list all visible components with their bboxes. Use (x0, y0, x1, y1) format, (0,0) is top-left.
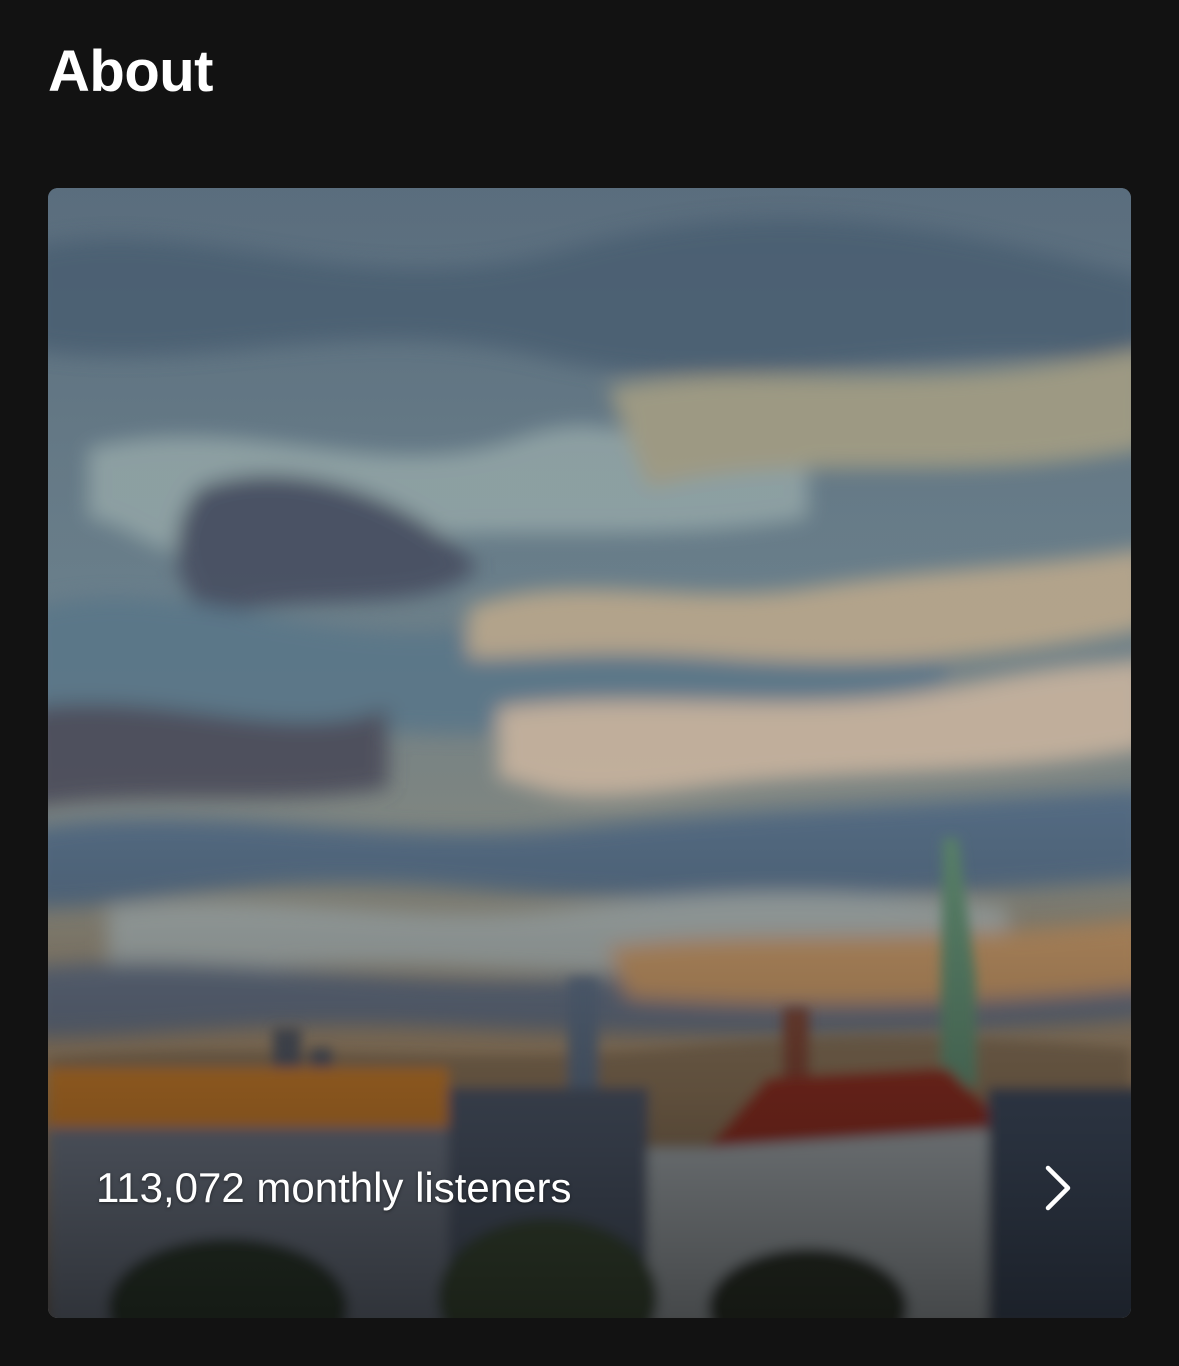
monthly-listeners-label: 113,072 monthly listeners (96, 1164, 572, 1211)
about-page: About 113,072 monthly listeners (0, 0, 1179, 1366)
about-card[interactable]: 113,072 monthly listeners (48, 188, 1131, 1318)
chevron-right-icon[interactable] (1038, 1160, 1078, 1216)
section-title: About (48, 39, 214, 104)
image-shade-overlay (48, 188, 1131, 1318)
